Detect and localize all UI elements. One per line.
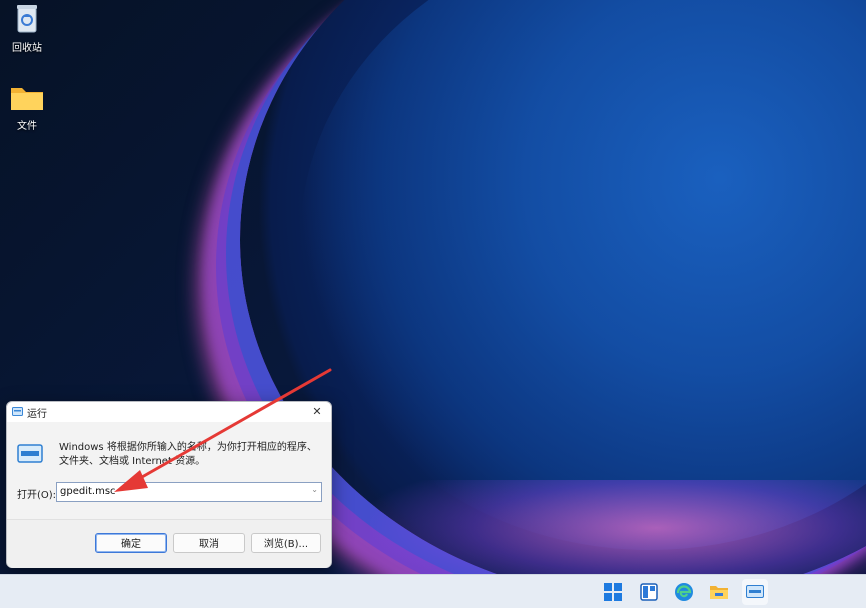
edge-icon: [675, 583, 693, 601]
widgets-button[interactable]: [636, 579, 662, 605]
dialog-title: 运行: [27, 409, 47, 420]
edge-button[interactable]: [671, 579, 697, 605]
dialog-description: Windows 将根据你所输入的名称，为你打开相应的程序、文件夹、文档或 Int…: [59, 442, 317, 467]
folder-icon: [11, 88, 43, 110]
taskbar: [0, 574, 866, 608]
start-button[interactable]: [600, 579, 626, 605]
desktop-icon-folder[interactable]: 文件: [2, 82, 52, 132]
browse-button[interactable]: 浏览(B)...: [251, 533, 321, 553]
run-app-icon: [12, 407, 23, 416]
desktop-icon-label: 回收站: [12, 43, 42, 54]
chevron-down-icon[interactable]: ⌄: [311, 485, 318, 494]
run-dialog: 运行 ✕ Windows 将根据你所输入的名称，为你打开相应的程序、文件夹、文档…: [6, 401, 332, 568]
open-label: 打开(O):: [17, 490, 57, 501]
file-explorer-button[interactable]: [706, 579, 732, 605]
open-input[interactable]: [60, 484, 290, 498]
start-icon: [604, 583, 622, 601]
file-explorer-icon: [710, 586, 728, 599]
widgets-icon: [640, 583, 658, 601]
recycle-bin-icon: [17, 5, 37, 33]
open-combobox[interactable]: ⌄: [56, 482, 322, 502]
desktop-icon-label: 文件: [17, 121, 37, 132]
close-icon[interactable]: ✕: [309, 404, 325, 420]
dialog-footer: 确定 取消 浏览(B)...: [7, 519, 331, 568]
run-taskbar-button[interactable]: [742, 579, 768, 605]
desktop-icon-recycle-bin[interactable]: 回收站: [2, 2, 52, 54]
dialog-titlebar[interactable]: 运行 ✕: [7, 402, 331, 422]
cancel-button[interactable]: 取消: [173, 533, 245, 553]
run-app-icon: [746, 585, 764, 598]
run-icon: [17, 444, 43, 463]
ok-button[interactable]: 确定: [95, 533, 167, 553]
